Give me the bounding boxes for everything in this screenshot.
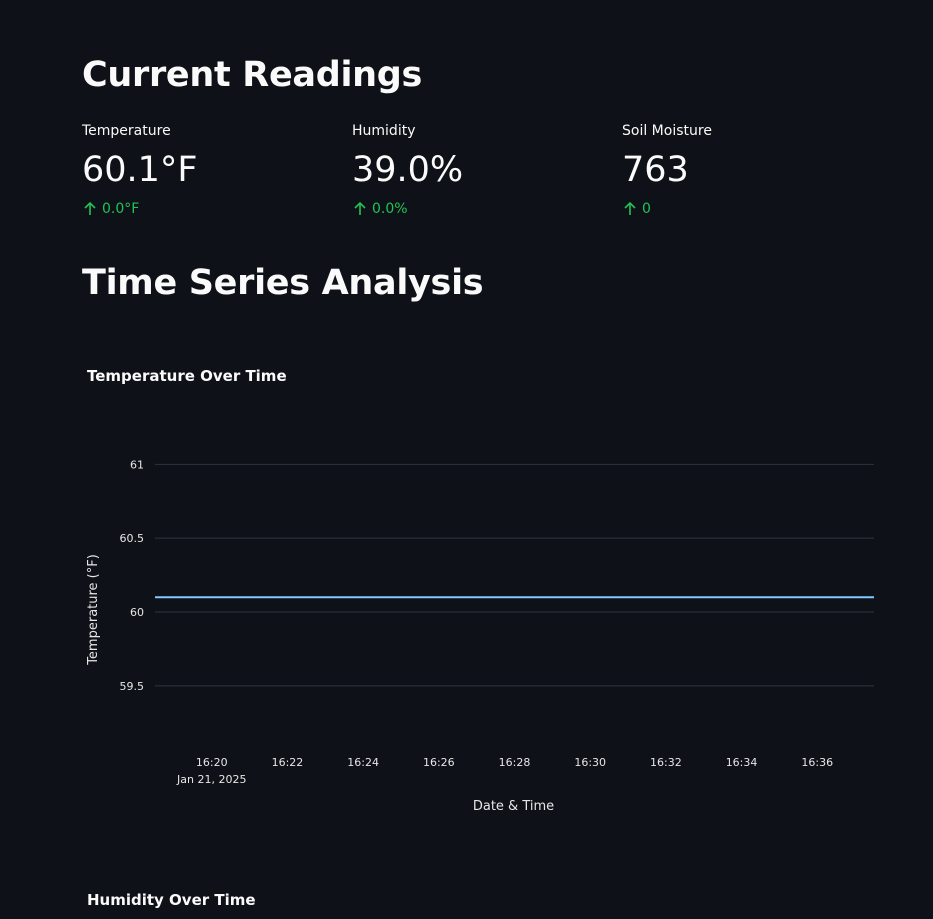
time-series-heading: Time Series Analysis [82,263,484,303]
arrow-up-icon [354,201,366,215]
metric-delta: 0.0% [352,200,612,218]
main-content: Current Readings Temperature 60.1°F 0.0°… [0,0,933,919]
y-tick-label: 60.5 [120,532,145,545]
current-readings-heading: Current Readings [82,55,423,95]
temperature-chart-title: Temperature Over Time [87,367,287,385]
x-tick-label: 16:34 [726,756,758,769]
humidity-chart-title: Humidity Over Time [87,891,256,909]
x-tick-label: 16:30 [574,756,606,769]
metric-temperature: Temperature 60.1°F 0.0°F [82,122,342,218]
x-tick-label: 16:28 [499,756,531,769]
metric-delta: 0.0°F [82,200,342,218]
metric-humidity: Humidity 39.0% 0.0% [352,122,612,218]
metric-value: 39.0% [352,150,464,190]
y-tick-label: 61 [130,458,144,471]
metric-value: 763 [622,150,689,190]
x-tick-label: 16:22 [272,756,304,769]
x-tick-label: 16:36 [801,756,833,769]
x-tick-sublabel: Jan 21, 2025 [176,773,246,786]
metric-delta-value: 0.0% [372,201,408,217]
x-tick-label: 16:24 [347,756,379,769]
x-axis-title: Date & Time [473,799,554,814]
metric-value: 60.1°F [82,150,198,190]
arrow-up-icon [624,201,636,215]
x-tick-label: 16:26 [423,756,455,769]
x-tick-label: 16:20 [196,756,228,769]
x-tick-label: 16:32 [650,756,682,769]
metric-delta-value: 0.0°F [102,201,140,217]
arrow-up-icon [84,201,96,215]
metric-soil-moisture: Soil Moisture 763 0 [622,122,882,218]
metric-label: Soil Moisture [622,123,712,139]
metric-label: Temperature [82,123,171,139]
y-axis-title: Temperature (°F) [86,554,101,666]
metric-delta-value: 0 [642,201,651,217]
metric-label: Humidity [352,123,416,139]
temperature-chart[interactable]: 59.5 60 60.5 61 16:20 Jan 21, 2025 16:22 16:24 1… [0,400,933,830]
metric-delta: 0 [622,200,882,218]
y-tick-label: 59.5 [120,680,145,693]
y-tick-label: 60 [130,606,144,619]
